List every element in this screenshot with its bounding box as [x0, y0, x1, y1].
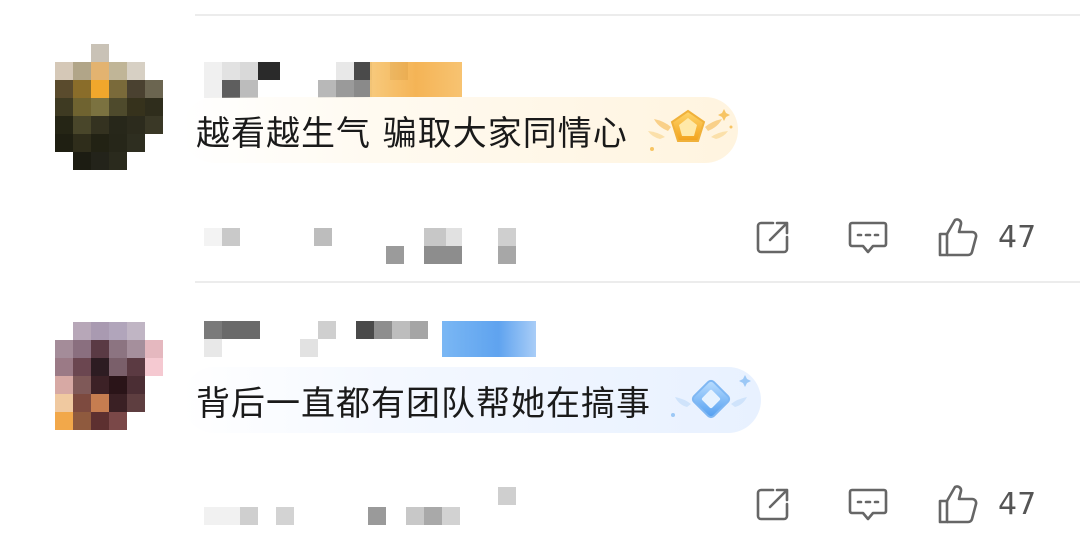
username[interactable] [204, 321, 428, 357]
comment-meta [204, 226, 524, 268]
share-button[interactable] [750, 214, 796, 260]
user-badge [370, 62, 462, 98]
share-icon [756, 488, 789, 521]
thumbs-up-icon [938, 218, 978, 257]
like-count: 47 [998, 486, 1037, 522]
comment-bubble[interactable]: 越看越生气 骗取大家同情心 [182, 97, 738, 163]
user-badge [442, 321, 536, 357]
comment-list: 越看越生气 骗取大家同情心 47 背后一直都有团队帮她在搞事 47 [0, 0, 1080, 555]
like-button[interactable]: 47 [936, 481, 1036, 527]
share-button[interactable] [750, 481, 796, 527]
blue-diamond-medal-icon [671, 375, 751, 419]
reply-button[interactable] [845, 481, 891, 527]
avatar[interactable] [55, 322, 163, 448]
comment-bubble[interactable]: 背后一直都有团队帮她在搞事 [182, 367, 761, 433]
like-button[interactable]: 47 [936, 214, 1036, 260]
reply-icon [848, 488, 888, 521]
avatar[interactable] [55, 44, 163, 170]
comment-text: 背后一直都有团队帮她在搞事 [196, 383, 651, 424]
gold-pentagon-medal-icon [647, 109, 733, 151]
comment-text: 越看越生气 骗取大家同情心 [196, 113, 628, 154]
comment-item: 越看越生气 骗取大家同情心 47 [0, 0, 1080, 281]
like-count: 47 [998, 219, 1037, 255]
comment-item: 背后一直都有团队帮她在搞事 47 [0, 283, 1080, 555]
share-icon [756, 221, 789, 254]
reply-button[interactable] [845, 214, 891, 260]
thumbs-up-icon [938, 485, 978, 524]
reply-icon [848, 221, 888, 254]
comment-meta [204, 487, 524, 529]
